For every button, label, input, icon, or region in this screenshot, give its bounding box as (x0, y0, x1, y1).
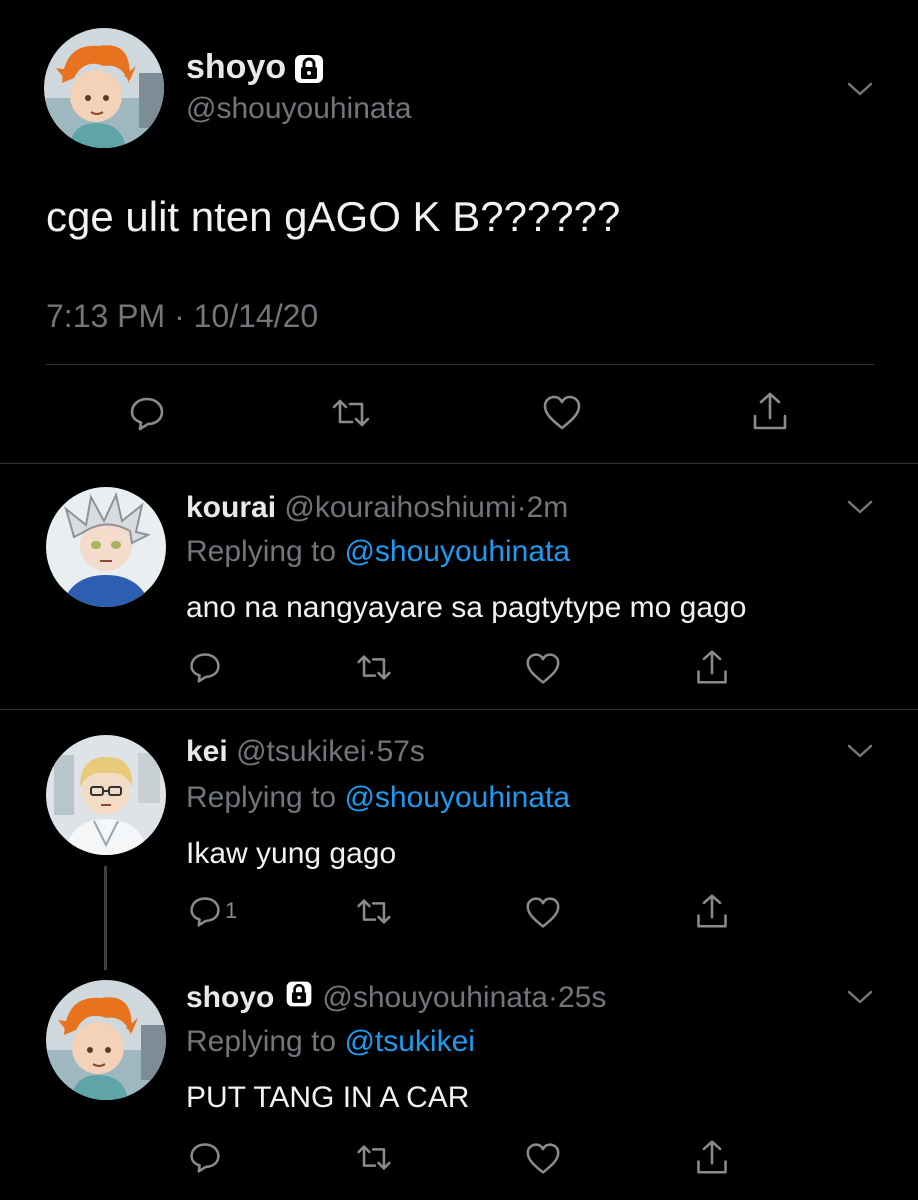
like-button[interactable] (525, 1142, 561, 1176)
divider (0, 709, 918, 710)
replying-to-handle[interactable]: @shouyouhinata (344, 535, 570, 568)
tweet-date: 10/14/20 (193, 298, 319, 334)
share-button[interactable] (694, 1138, 730, 1176)
reply-button[interactable] (188, 1140, 228, 1174)
tweet-time: 7:13 PM (46, 298, 166, 334)
retweet-button[interactable] (355, 652, 393, 683)
retweet-icon (355, 652, 393, 683)
chevron-down-icon[interactable] (846, 80, 874, 98)
reply-header: kourai @kouraihoshiumi·2m (186, 491, 568, 525)
replying-to: Replying to @shouyouhinata (186, 781, 570, 815)
retweet-icon (355, 1142, 393, 1173)
like-icon (525, 896, 561, 930)
retweet-icon (330, 396, 372, 430)
handle[interactable]: @shouyouhinata (322, 981, 548, 1015)
reply-icon (128, 394, 166, 432)
avatar[interactable] (46, 735, 166, 855)
display-name[interactable]: kei (186, 735, 228, 768)
separator: · (516, 491, 527, 524)
share-icon (750, 390, 790, 432)
share-button[interactable] (694, 648, 730, 686)
like-button[interactable] (525, 652, 561, 686)
replying-to-label: Replying to (186, 781, 337, 814)
share-icon (694, 892, 730, 930)
avatar[interactable] (46, 487, 166, 607)
reply-button[interactable]: 1 (188, 894, 237, 928)
separator: · (174, 298, 185, 334)
lock-icon (284, 979, 314, 1017)
replying-to: Replying to @tsukikei (186, 1025, 475, 1059)
display-name[interactable]: shoyo (186, 981, 274, 1015)
chevron-down-icon[interactable] (846, 742, 874, 760)
separator: · (547, 981, 558, 1014)
separator: · (366, 735, 377, 768)
like-icon (542, 394, 582, 432)
like-icon (525, 652, 561, 686)
avatar[interactable] (44, 28, 164, 148)
chevron-down-icon[interactable] (846, 498, 874, 516)
reply-header: kei @tsukikei·57s (186, 735, 425, 769)
time-ago[interactable]: 57s (377, 735, 425, 768)
replying-to-label: Replying to (186, 535, 337, 568)
time-ago[interactable]: 2m (527, 491, 569, 524)
tweet-text: cge ulit nten gAGO K B?????? (46, 193, 621, 240)
lock-icon (292, 52, 326, 91)
handle[interactable]: @tsukikei (236, 735, 367, 768)
replying-to: Replying to @shouyouhinata (186, 535, 570, 569)
tweet-timestamp[interactable]: 7:13 PM · 10/14/20 (46, 298, 318, 335)
avatar[interactable] (46, 980, 166, 1100)
display-name[interactable]: shoyo (186, 48, 286, 87)
display-name[interactable]: kourai (186, 491, 276, 524)
reply-button[interactable] (128, 394, 166, 432)
divider (46, 364, 874, 365)
like-icon (525, 1142, 561, 1176)
share-button[interactable] (694, 892, 730, 930)
replying-to-handle[interactable]: @shouyouhinata (344, 781, 570, 814)
handle[interactable]: @shouyouhinata (186, 92, 412, 126)
chevron-down-icon[interactable] (846, 988, 874, 1006)
share-icon (694, 1138, 730, 1176)
thread-connector (104, 866, 107, 970)
like-button[interactable] (542, 394, 582, 432)
reply-header: shoyo @shouyouhinata · 25s (186, 979, 606, 1017)
tweet-text: PUT TANG IN A CAR (186, 1081, 470, 1114)
tweet-text: Ikaw yung gago (186, 837, 397, 870)
tweet-text: ano na nangyayare sa pagtytype mo gago (186, 591, 747, 624)
reply-icon (188, 894, 222, 928)
retweet-button[interactable] (330, 396, 372, 430)
reply-count: 1 (225, 898, 238, 923)
replying-to-handle[interactable]: @tsukikei (344, 1025, 475, 1058)
like-button[interactable] (525, 896, 561, 930)
share-icon (694, 648, 730, 686)
reply-icon (188, 1140, 222, 1174)
reply-icon (188, 650, 222, 684)
divider (0, 463, 918, 464)
time-ago[interactable]: 25s (558, 981, 606, 1015)
reply-button[interactable] (188, 650, 228, 684)
share-button[interactable] (750, 390, 790, 432)
retweet-button[interactable] (355, 1142, 393, 1173)
retweet-button[interactable] (355, 896, 393, 927)
retweet-icon (355, 896, 393, 927)
replying-to-label: Replying to (186, 1025, 337, 1058)
handle[interactable]: @kouraihoshiumi (284, 491, 516, 524)
